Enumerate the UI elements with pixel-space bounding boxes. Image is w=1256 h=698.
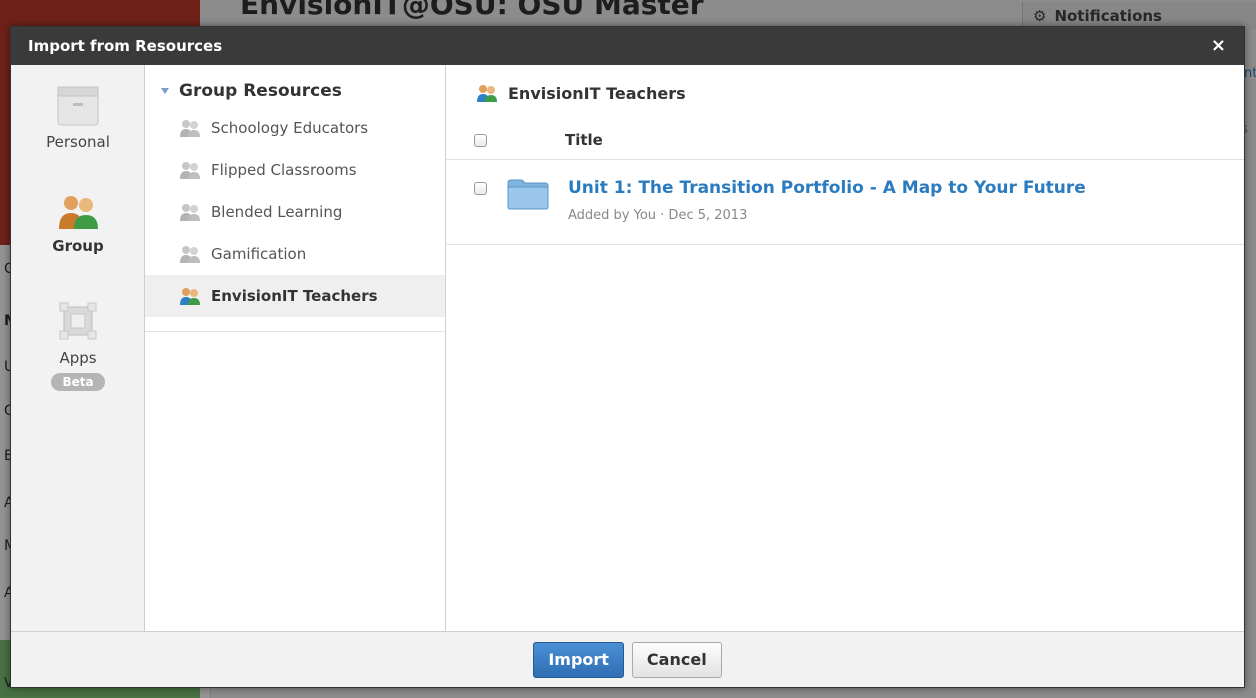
- group-icon: [180, 120, 200, 137]
- group-item-envisionit-teachers[interactable]: EnvisionIT Teachers: [145, 275, 445, 317]
- folder-icon: [507, 179, 549, 210]
- group-item-label: EnvisionIT Teachers: [211, 287, 378, 305]
- group-icon: [180, 288, 200, 305]
- close-icon[interactable]: ×: [1211, 37, 1226, 55]
- group-icon: [180, 162, 200, 179]
- type-personal-label: Personal: [46, 133, 110, 151]
- group-icon: [477, 85, 497, 102]
- group-list-panel: Group Resources Schoology Educators Flip…: [145, 65, 446, 631]
- type-group[interactable]: Group: [11, 191, 145, 255]
- group-resources-heading[interactable]: Group Resources: [145, 65, 445, 101]
- type-personal[interactable]: Personal: [11, 83, 145, 151]
- resource-title-link[interactable]: Unit 1: The Transition Portfolio - A Map…: [568, 178, 1086, 198]
- row-checkbox[interactable]: [474, 182, 487, 195]
- modal-header: Import from Resources ×: [11, 27, 1244, 65]
- modal-title: Import from Resources: [28, 37, 223, 55]
- select-all-checkbox[interactable]: [474, 133, 487, 147]
- content-header: EnvisionIT Teachers: [446, 65, 1244, 121]
- resource-content: EnvisionIT Teachers Title Unit 1: The Tr…: [446, 65, 1244, 631]
- type-apps[interactable]: Apps Beta: [11, 299, 145, 391]
- type-apps-label: Apps: [59, 349, 97, 367]
- group-icon: [180, 246, 200, 263]
- group-icon: [180, 204, 200, 221]
- group-item-label: Gamification: [211, 245, 307, 263]
- import-button[interactable]: Import: [533, 641, 624, 678]
- apps-icon: [59, 302, 97, 340]
- group-item-label: Flipped Classrooms: [211, 161, 357, 179]
- resource-meta: Added by You · Dec 5, 2013: [568, 208, 748, 223]
- resource-type-sidebar: Personal Group Apps Beta: [11, 65, 145, 631]
- cancel-button[interactable]: Cancel: [631, 641, 722, 678]
- table-header: Title: [446, 121, 1244, 160]
- column-title: Title: [565, 131, 603, 149]
- group-item-blended-learning[interactable]: Blended Learning: [145, 191, 445, 233]
- group-heading-text: Group Resources: [179, 81, 342, 101]
- modal-footer: Import Cancel: [11, 631, 1244, 687]
- group-item-schoology-educators[interactable]: Schoology Educators: [145, 107, 445, 149]
- folder-icon: [57, 86, 99, 126]
- beta-badge: Beta: [51, 373, 105, 391]
- group-item-flipped-classrooms[interactable]: Flipped Classrooms: [145, 149, 445, 191]
- group-item-gamification[interactable]: Gamification: [145, 233, 445, 275]
- group-icon: [59, 196, 98, 229]
- caret-down-icon: [161, 88, 169, 94]
- group-list: Group Resources Schoology Educators Flip…: [145, 65, 445, 332]
- import-modal: Import from Resources × Personal Group A…: [10, 26, 1245, 688]
- type-group-label: Group: [52, 237, 104, 255]
- group-item-label: Blended Learning: [211, 203, 343, 221]
- table-row: Unit 1: The Transition Portfolio - A Map…: [446, 160, 1244, 245]
- content-header-title: EnvisionIT Teachers: [508, 83, 686, 103]
- modal-body: Personal Group Apps Beta Group Resources…: [11, 65, 1244, 631]
- group-item-label: Schoology Educators: [211, 119, 369, 137]
